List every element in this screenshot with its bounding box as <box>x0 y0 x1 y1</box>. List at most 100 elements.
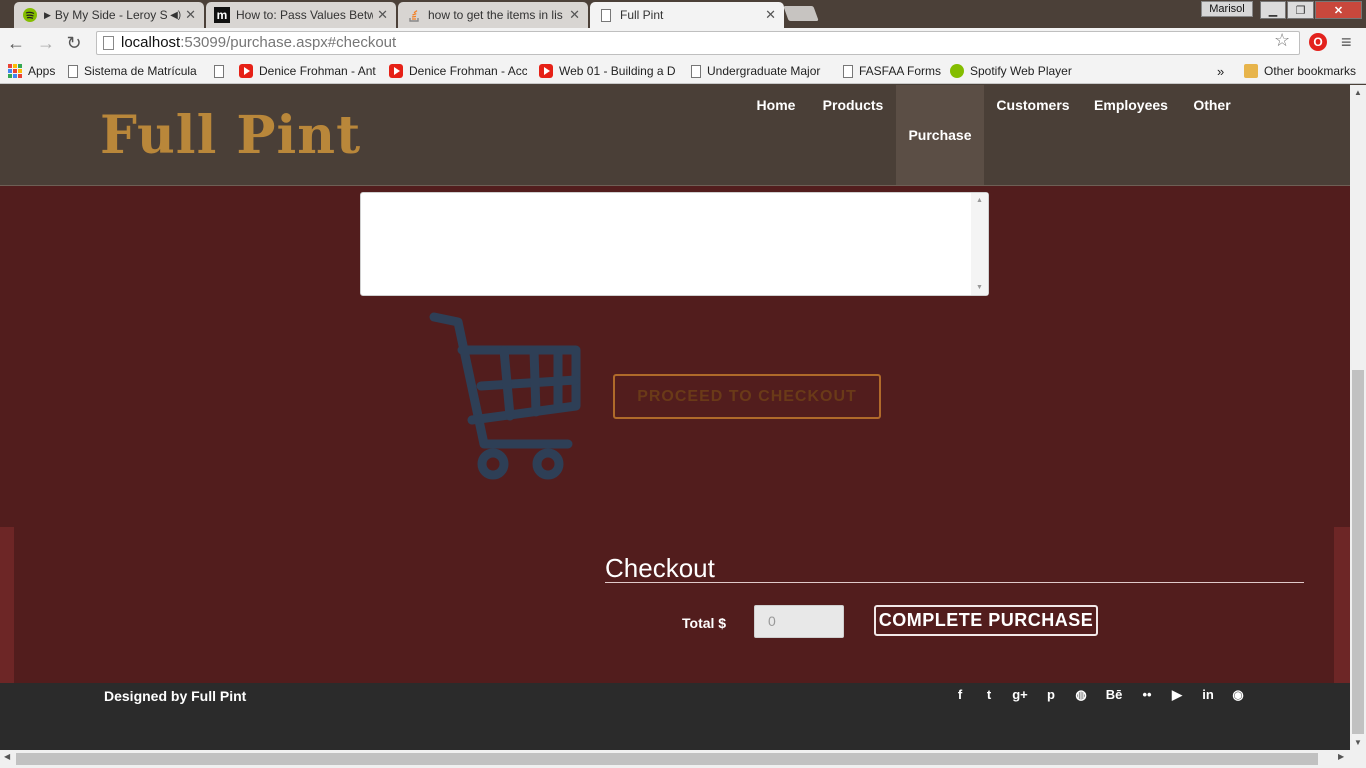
close-icon[interactable]: ✕ <box>765 7 776 23</box>
bookmark-web01[interactable]: Web 01 - Building a D <box>539 63 677 79</box>
close-icon[interactable]: ✕ <box>185 7 196 23</box>
bookmark-other[interactable]: Other bookmarks <box>1244 63 1356 79</box>
tab-label: By My Side - Leroy S <box>54 8 168 22</box>
page-icon <box>68 64 78 78</box>
scrollbar-thumb[interactable] <box>16 753 1318 765</box>
url-path: :53099/purchase.aspx#checkout <box>180 34 397 51</box>
tab-how-to-get-items[interactable]: how to get the items in lis ✕ <box>398 2 588 28</box>
site-footer: Designed by Full Pint f t g+ p ◍ Bē •• ▶… <box>0 683 1350 750</box>
scroll-right-icon[interactable]: ▶ <box>1338 752 1344 761</box>
new-tab-button[interactable] <box>783 6 819 21</box>
site-logo[interactable]: Full Pint <box>100 105 361 166</box>
window-close-button[interactable]: ✕ <box>1315 1 1362 19</box>
scroll-left-icon[interactable]: ◀ <box>4 752 10 761</box>
bookmark-sistema[interactable]: Sistema de Matrícula <box>68 63 197 79</box>
reload-icon[interactable]: ↻ <box>64 33 84 53</box>
audio-icon: ◀) <box>170 9 182 21</box>
page-icon <box>691 64 701 78</box>
folder-icon <box>1244 64 1258 78</box>
nav-other[interactable]: Other <box>1186 85 1238 185</box>
proceed-to-checkout-button[interactable]: PROCEED TO CHECKOUT <box>613 374 881 419</box>
bookmark-label: Sistema de Matrícula <box>84 64 197 78</box>
play-icon: ▶ <box>44 9 51 20</box>
twitter-icon[interactable]: t <box>978 687 1000 703</box>
page-vertical-scrollbar[interactable]: ▲ ▼ <box>1350 85 1366 750</box>
back-arrow-icon[interactable]: ← <box>6 33 26 53</box>
close-icon[interactable]: ✕ <box>377 7 388 23</box>
textarea-scrollbar[interactable]: ▲ ▼ <box>971 193 988 295</box>
checkout-heading: Checkout <box>605 554 1304 583</box>
youtube-icon[interactable]: ▶ <box>1166 687 1188 703</box>
facebook-icon[interactable]: f <box>949 687 971 703</box>
stackoverflow-icon <box>406 7 422 23</box>
bookmark-undergraduate[interactable]: Undergraduate Major <box>691 63 827 79</box>
total-label: Total $ <box>682 615 727 631</box>
pinterest-icon[interactable]: p <box>1040 687 1062 703</box>
behance-icon[interactable]: Bē <box>1103 687 1125 703</box>
url-host: localhost <box>121 34 181 51</box>
bookmark-label: Undergraduate Major <box>707 64 821 78</box>
footer-credit: Designed by Full Pint <box>104 688 247 704</box>
nav-customers[interactable]: Customers <box>988 85 1078 185</box>
nav-employees[interactable]: Employees <box>1086 85 1176 185</box>
complete-purchase-button[interactable]: COMPLETE PURCHASE <box>874 605 1098 636</box>
page-icon <box>843 64 853 78</box>
forward-arrow-icon[interactable]: → <box>36 33 56 53</box>
bookmark-label: Other bookmarks <box>1264 64 1357 78</box>
address-bar[interactable]: localhost:53099/purchase.aspx#checkout <box>96 31 1300 55</box>
side-panel-left <box>0 527 14 683</box>
bookmark-label: Web 01 - Building a D <box>559 64 676 78</box>
page-icon <box>598 7 614 23</box>
page-icon <box>103 36 114 50</box>
bookmark-apps[interactable]: Apps <box>8 63 55 79</box>
maximize-button[interactable]: ❐ <box>1287 1 1314 19</box>
flickr-icon[interactable]: •• <box>1136 687 1158 703</box>
nav-home[interactable]: Home <box>744 85 808 185</box>
google-plus-icon[interactable]: g+ <box>1009 687 1031 703</box>
main-content: ▲ ▼ PROCEED TO CHECKOUT Checkout Total $… <box>0 186 1350 683</box>
spotify-icon <box>950 64 964 78</box>
tab-spotify[interactable]: ▶ By My Side - Leroy S ◀) ✕ <box>14 2 204 28</box>
site-header: Full Pint Home Products Purchase Custome… <box>0 85 1350 186</box>
minimize-button[interactable]: ▁ <box>1260 1 1286 19</box>
dribbble-icon[interactable]: ◍ <box>1070 687 1092 703</box>
scrollbar-thumb[interactable] <box>1352 370 1364 734</box>
side-panel-right <box>1334 527 1350 683</box>
nav-products[interactable]: Products <box>814 85 892 185</box>
bookmark-star-icon[interactable]: ☆ <box>1274 30 1290 51</box>
bookmark-denice-1[interactable]: Denice Frohman - Ant <box>239 63 377 79</box>
page-horizontal-scrollbar[interactable]: ◀ ▶ <box>0 750 1366 768</box>
browser-toolbar: ← → ↻ localhost:53099/purchase.aspx#chec… <box>0 28 1366 58</box>
tab-how-to-pass[interactable]: m How to: Pass Values Betw ✕ <box>206 2 396 28</box>
bookmark-label: Denice Frohman - Ant <box>259 64 376 78</box>
page-icon <box>214 64 224 78</box>
tab-label: How to: Pass Values Betw <box>236 8 374 22</box>
items-textarea[interactable]: ▲ ▼ <box>360 192 989 296</box>
opera-icon[interactable]: O <box>1309 33 1327 51</box>
bookmark-label: FASFAA Forms <box>859 64 942 78</box>
tab-label: how to get the items in lis <box>428 8 563 22</box>
spotify-icon <box>22 7 38 23</box>
tab-strip: ▶ By My Side - Leroy S ◀) ✕ m How to: Pa… <box>0 0 1366 28</box>
nav-purchase[interactable]: Purchase <box>896 85 984 185</box>
profile-button[interactable]: Marisol <box>1201 1 1253 17</box>
bookmarks-overflow-button[interactable]: » <box>1217 63 1224 79</box>
scroll-down-icon[interactable]: ▼ <box>971 284 988 291</box>
menu-icon[interactable]: ≡ <box>1341 32 1352 53</box>
shopping-cart-icon <box>429 312 581 480</box>
scroll-up-icon[interactable]: ▲ <box>971 197 988 204</box>
bookmark-denice-2[interactable]: Denice Frohman - Acc <box>389 63 527 79</box>
scroll-up-icon[interactable]: ▲ <box>1350 88 1366 97</box>
tab-full-pint[interactable]: Full Pint ✕ <box>590 2 784 28</box>
bookmark-label: Apps <box>28 64 56 78</box>
github-icon[interactable]: ◉ <box>1227 687 1249 703</box>
close-icon[interactable]: ✕ <box>569 7 580 23</box>
total-input[interactable]: 0 <box>754 605 844 638</box>
scroll-down-icon[interactable]: ▼ <box>1350 738 1366 747</box>
bookmark-spotify[interactable]: Spotify Web Player <box>950 63 1072 79</box>
tab-label: Full Pint <box>620 8 664 22</box>
youtube-icon <box>389 64 403 78</box>
bookmark-fasfaa[interactable]: FASFAA Forms <box>843 63 941 79</box>
linkedin-icon[interactable]: in <box>1197 687 1219 703</box>
bookmark-untitled[interactable] <box>214 63 230 79</box>
